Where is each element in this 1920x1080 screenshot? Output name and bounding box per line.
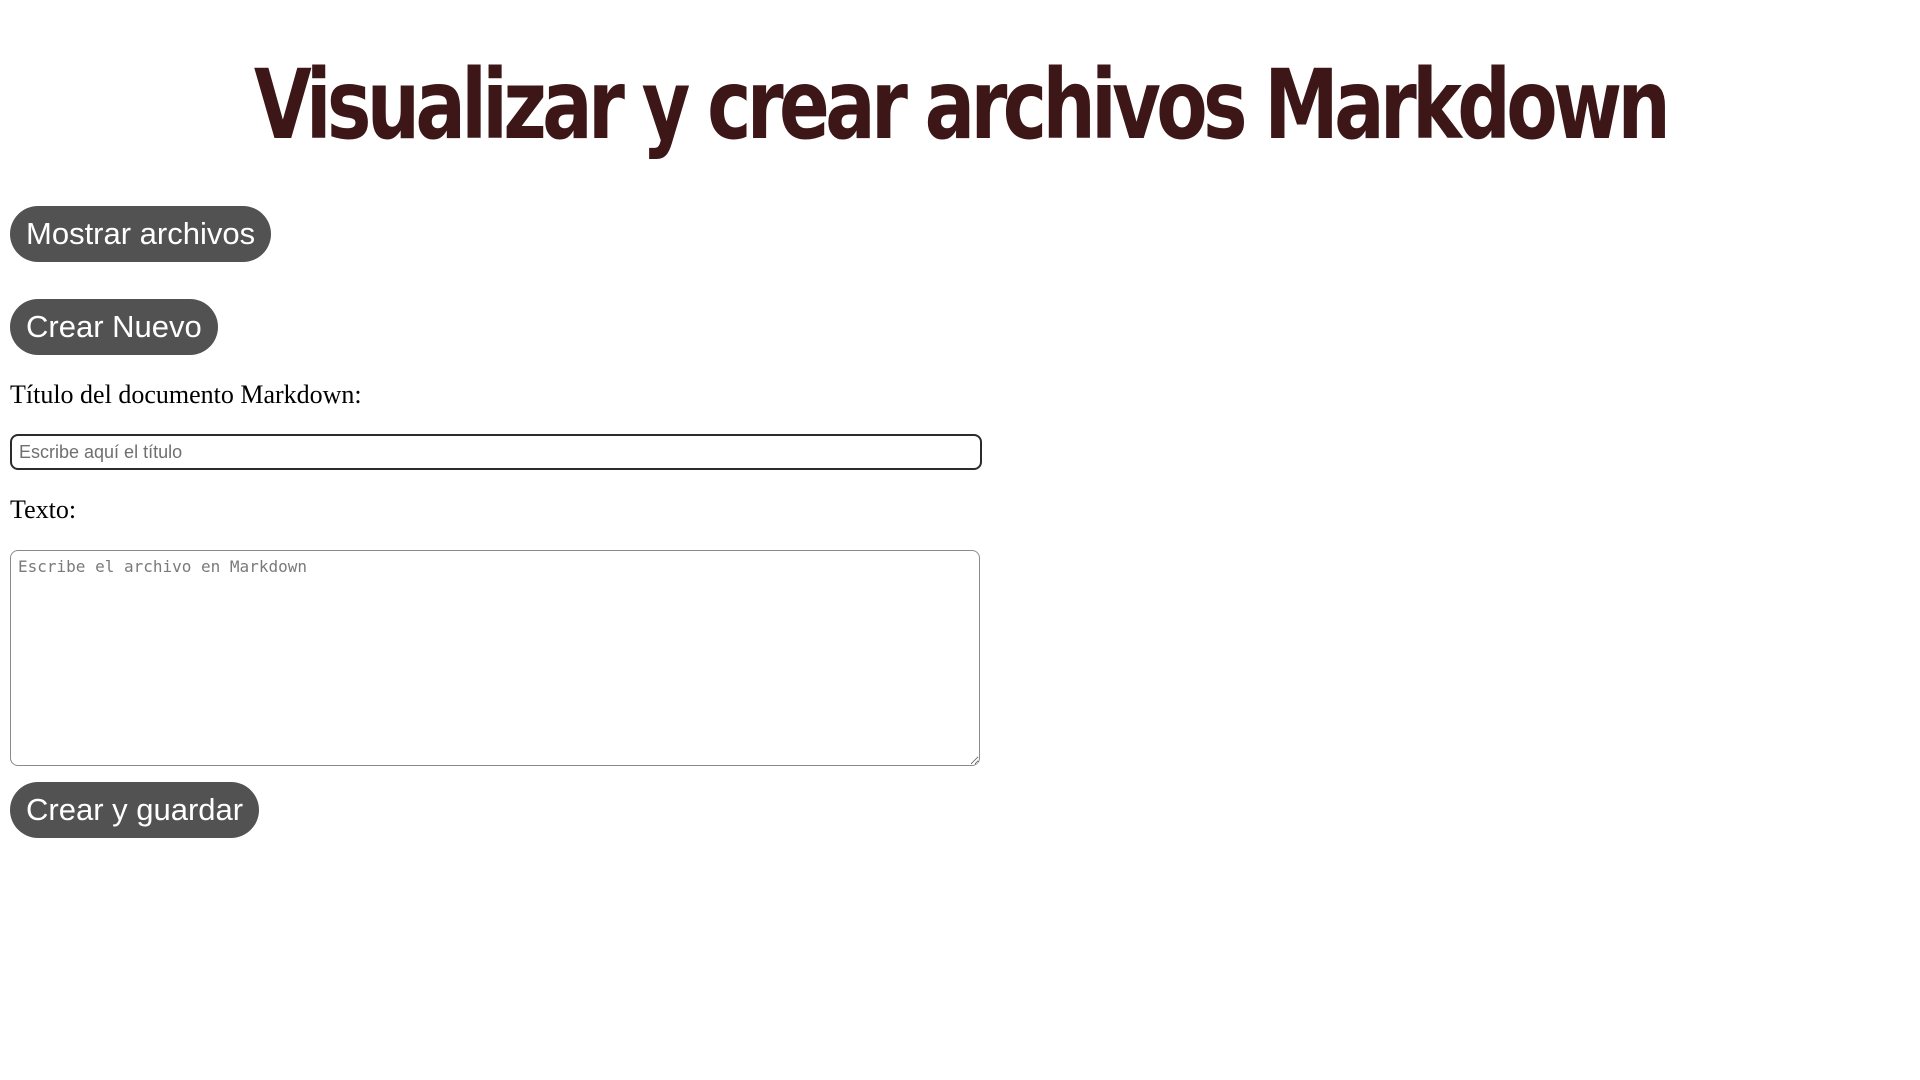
create-save-button[interactable]: Crear y guardar: [10, 782, 260, 838]
text-field-label: Texto:: [10, 495, 77, 524]
title-field-label: Título del documento Markdown:: [10, 380, 362, 409]
markdown-textarea[interactable]: [10, 550, 980, 766]
create-new-button[interactable]: Crear Nuevo: [10, 299, 218, 355]
page-title: Visualizar y crear archivos Markdown: [253, 49, 1671, 161]
show-files-button[interactable]: Mostrar archivos: [10, 206, 272, 262]
title-input[interactable]: [10, 434, 982, 470]
